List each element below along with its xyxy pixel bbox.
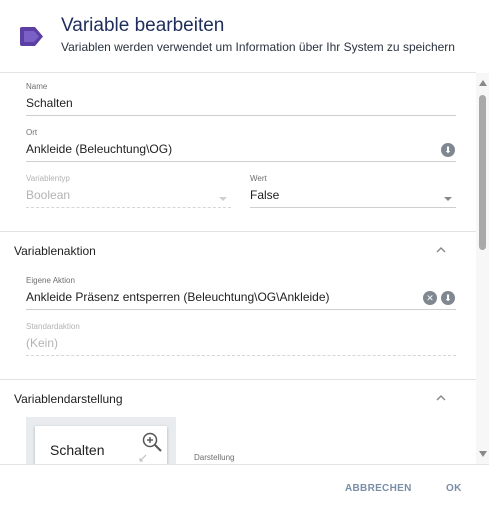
display-preview: Schalten — [26, 417, 176, 464]
location-value[interactable]: Ankleide (Beleuchtung\OG) — [26, 142, 456, 156]
custom-action-value[interactable]: Ankleide Präsenz entsperren (Beleuchtung… — [26, 290, 456, 304]
name-underline — [26, 115, 456, 116]
variable-type-underline — [26, 207, 231, 208]
dialog-content: Name Schalten Ort Ankleide (Beleuchtung\… — [0, 73, 476, 464]
variable-display-section-title[interactable]: Variablendarstellung — [14, 392, 123, 406]
scrollbar-thumb[interactable] — [479, 95, 486, 250]
custom-action-select-icon[interactable]: ⬇ — [441, 291, 455, 305]
variable-type-label: Variablentyp — [26, 174, 70, 183]
representation-label: Darstellung — [194, 453, 235, 462]
zoom-in-icon[interactable] — [141, 431, 163, 453]
preview-card: Schalten — [35, 426, 167, 464]
name-label: Name — [26, 82, 48, 91]
custom-action-underline — [26, 309, 456, 310]
section-divider — [0, 231, 476, 232]
location-underline — [26, 161, 456, 162]
scrollbar[interactable] — [476, 73, 489, 464]
value-select[interactable]: Wert False — [250, 174, 456, 208]
collapse-action-chevron-up-icon[interactable] — [436, 247, 446, 253]
dialog-footer: ABBRECHEN OK — [0, 465, 489, 512]
location-select-icon[interactable]: ⬇ — [441, 143, 455, 157]
representation-field[interactable]: Darstellung — [194, 453, 434, 462]
variable-type-chevron-down-icon — [219, 197, 227, 201]
variable-type-select: Variablentyp Boolean — [26, 174, 231, 208]
collapse-display-chevron-up-icon[interactable] — [436, 395, 446, 401]
value-chevron-down-icon[interactable] — [444, 197, 452, 201]
preview-title: Schalten — [50, 442, 105, 458]
cancel-button[interactable]: ABBRECHEN — [345, 483, 412, 494]
section-divider — [0, 379, 476, 380]
location-field[interactable]: Ort Ankleide (Beleuchtung\OG) — [26, 128, 456, 162]
custom-action-field[interactable]: Eigene Aktion Ankleide Präsenz entsperre… — [26, 276, 456, 310]
scroll-up-arrow-icon[interactable] — [479, 80, 487, 86]
ok-button[interactable]: OK — [446, 483, 462, 494]
dialog-header: Variable bearbeiten Variablen werden ver… — [0, 0, 489, 72]
location-label: Ort — [26, 128, 38, 137]
variable-action-section-title[interactable]: Variablenaktion — [14, 244, 96, 258]
clear-action-icon[interactable]: ✕ — [423, 291, 437, 305]
name-field[interactable]: Name Schalten — [26, 82, 456, 116]
value-underline — [250, 207, 456, 208]
dialog-title: Variable bearbeiten — [61, 15, 225, 36]
default-action-value: (Kein) — [26, 336, 59, 350]
variable-type-value: Boolean — [26, 188, 71, 202]
variable-tag-icon — [20, 27, 43, 46]
default-action-label: Standardaktion — [26, 322, 80, 331]
name-input[interactable]: Schalten — [26, 96, 456, 110]
default-action-field: Standardaktion (Kein) — [26, 322, 456, 356]
dialog-subtitle: Variablen werden verwendet um Informatio… — [61, 40, 455, 54]
scroll-down-arrow-icon[interactable] — [479, 451, 487, 457]
resize-icon — [139, 454, 147, 462]
default-action-underline — [26, 355, 456, 356]
custom-action-label: Eigene Aktion — [26, 276, 75, 285]
value-label: Wert — [250, 174, 267, 183]
value-value[interactable]: False — [250, 188, 456, 202]
